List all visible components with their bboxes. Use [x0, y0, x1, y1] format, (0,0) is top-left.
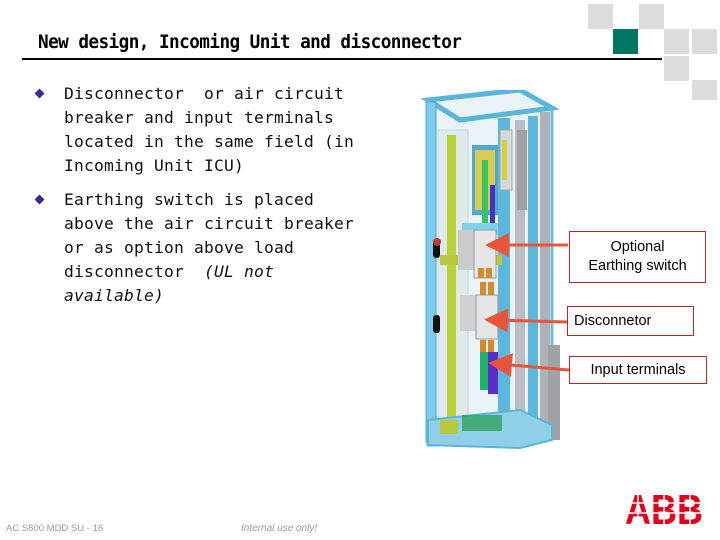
- callout-disconnector: Disconnetor: [567, 306, 694, 336]
- deco-square: [588, 4, 613, 29]
- terminal: [478, 268, 484, 278]
- earth-busbar: [447, 135, 456, 425]
- bullet-diamond-icon: [34, 88, 45, 99]
- switch-handle: [433, 315, 440, 333]
- callout-label: Input terminals: [590, 362, 686, 378]
- callout-label: Disconnetor: [574, 313, 652, 329]
- earthing-switch: [473, 229, 497, 279]
- slide-title: New design, Incoming Unit and disconnect…: [38, 31, 462, 53]
- deco-square: [639, 4, 664, 29]
- bottom-cables: [462, 415, 502, 431]
- deco-square: [692, 80, 717, 100]
- disconnector: [475, 294, 499, 340]
- deco-square: [664, 56, 689, 81]
- terminal: [488, 282, 494, 296]
- deco-square-accent: [613, 29, 638, 54]
- footer-confidentiality: Internal use only!: [241, 523, 318, 534]
- footer-doc-id: AC S800 MDD SU - 16: [6, 523, 104, 534]
- cabinet-post: [425, 101, 437, 443]
- input-terminal-purple: [488, 352, 498, 394]
- callout-input-terminals: Input terminals: [569, 356, 707, 384]
- bullet-text: Disconnector or air circuit breaker and …: [64, 82, 384, 178]
- abb-logo: ABB: [624, 491, 704, 527]
- terminal: [480, 282, 486, 296]
- bullet-text-body: Disconnector or air circuit breaker and …: [64, 84, 355, 175]
- deco-square: [692, 29, 717, 54]
- terminal: [486, 268, 492, 278]
- callout-label: Optional Earthing switch: [588, 239, 687, 274]
- terminal: [488, 340, 494, 352]
- title-underline: [22, 58, 662, 60]
- cabinet-illustration: [420, 90, 560, 450]
- cabinet-post: [528, 116, 538, 434]
- terminal: [480, 340, 486, 352]
- fuse-block: [517, 130, 527, 210]
- fuse: [502, 140, 507, 180]
- input-terminal-green: [480, 352, 488, 390]
- bullet-diamond-icon: [34, 194, 45, 205]
- callout-optional-earthing-switch: Optional Earthing switch: [569, 231, 706, 283]
- bottom-terminal: [440, 420, 458, 434]
- deco-square: [664, 29, 689, 54]
- handle-knob: [433, 238, 441, 246]
- bullet-text: Earthing switch is placed above the air …: [64, 188, 384, 308]
